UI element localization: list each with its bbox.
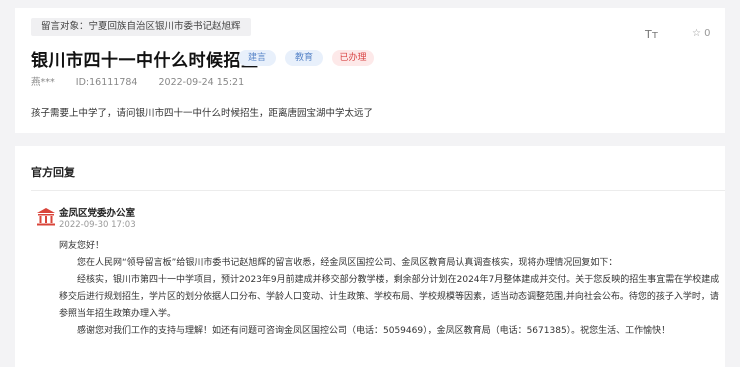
reply-date: 2022-09-30 17:03 xyxy=(59,220,136,230)
message-datetime: 2022-09-24 15:21 xyxy=(158,77,245,88)
reply-heading: 官方回复 xyxy=(31,166,75,179)
divider xyxy=(31,190,725,191)
reply-card: 官方回复 金凤区党委办公室 2022-09-30 17:03 网友您好！ 您在人… xyxy=(15,146,725,367)
page: 留言对象：宁夏回族自治区银川市委书记赵旭辉 银川市四十一中什么时候招生 建言 教… xyxy=(0,0,740,367)
message-id: ID:16111784 xyxy=(75,77,138,88)
reply-greeting: 网友您好！ xyxy=(59,241,105,251)
message-card: 留言对象：宁夏回族自治区银川市委书记赵旭辉 银川市四十一中什么时候招生 建言 教… xyxy=(15,8,725,133)
badge-category: 建言 xyxy=(238,50,276,66)
badge-status: 已办理 xyxy=(332,50,374,66)
message-title: 银川市四十一中什么时候招生 xyxy=(31,51,259,71)
author-name: 燕*** xyxy=(31,77,55,88)
message-meta: 燕*** ID:16111784 2022-09-24 15:21 xyxy=(31,74,262,88)
favorite-button[interactable]: ☆ 0 xyxy=(692,28,711,39)
reply-paragraph: 您在人民网“领导留言板”给银川市委书记赵旭辉的留言收悉，经金凤区国控公司、金凤区… xyxy=(77,258,618,268)
reply-paragraph: 感谢您对我们工作的支持与理解！如还有问题可咨询金凤区国控公司（电话：505946… xyxy=(77,326,671,336)
badge-field: 教育 xyxy=(285,50,323,66)
message-content: 孩子需要上中学了，请问银川市四十一中什么时候招生，距离唐园宝湖中学太远了 xyxy=(31,108,374,119)
government-building-icon xyxy=(37,208,55,226)
message-target-tag[interactable]: 留言对象：宁夏回族自治区银川市委书记赵旭辉 xyxy=(31,18,251,36)
font-size-button[interactable]: Tт xyxy=(645,28,658,41)
reply-department: 金凤区党委办公室 xyxy=(59,208,136,219)
reply-paragraph: 经核实，银川市第四十一中学项目，预计2023年9月前建成并移交部分教学楼，剩余部… xyxy=(59,275,720,319)
reply-body: 网友您好！ 您在人民网“领导留言板”给银川市委书记赵旭辉的留言收悉，经金凤区国控… xyxy=(59,238,725,340)
